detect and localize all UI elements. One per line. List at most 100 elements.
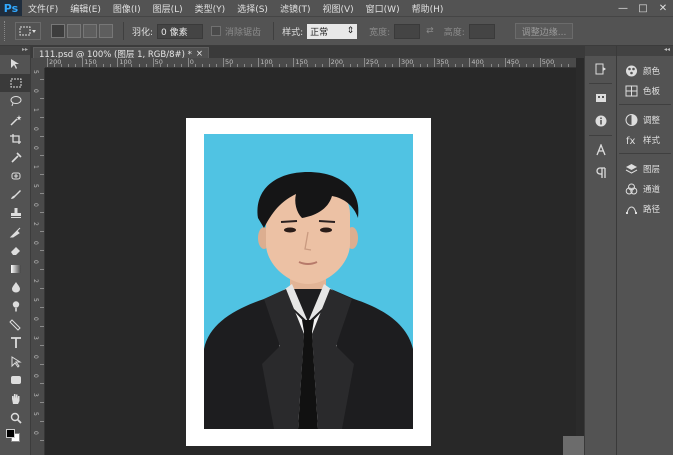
adjustments-panel-tab[interactable]: 调整 bbox=[617, 110, 673, 130]
ruler-h-tick bbox=[230, 64, 232, 67]
ruler-origin[interactable] bbox=[31, 58, 45, 68]
style-select[interactable]: 正常 ⇕ bbox=[307, 23, 358, 39]
height-input[interactable] bbox=[468, 23, 495, 39]
move-tool-icon[interactable] bbox=[0, 55, 31, 74]
menu-edit[interactable]: 编辑(E) bbox=[64, 2, 107, 15]
menu-help[interactable]: 帮助(H) bbox=[406, 2, 450, 15]
styles-panel-tab[interactable]: fx 样式 bbox=[617, 130, 673, 150]
zoom-tool-icon[interactable] bbox=[0, 408, 31, 427]
new-selection-icon[interactable] bbox=[51, 24, 65, 38]
menu-type[interactable]: 类型(Y) bbox=[189, 2, 232, 15]
history-brush-tool-icon[interactable] bbox=[0, 222, 31, 241]
menu-file[interactable]: 文件(F) bbox=[22, 2, 64, 15]
ruler-h-tick bbox=[96, 64, 98, 67]
menu-window[interactable]: 窗口(W) bbox=[360, 2, 406, 15]
ruler-v-label: 0 bbox=[32, 89, 39, 93]
ruler-v-tick bbox=[40, 326, 44, 327]
ruler-h-tick bbox=[244, 64, 246, 67]
layers-panel-tab[interactable]: 图层 bbox=[617, 159, 673, 179]
window-controls: — □ ✕ bbox=[613, 0, 673, 16]
width-input[interactable] bbox=[394, 23, 421, 39]
toolbar-collapse[interactable]: ▸▸ bbox=[0, 46, 30, 55]
magic-wand-tool-icon[interactable] bbox=[0, 111, 31, 130]
ruler-h-tick bbox=[342, 64, 344, 67]
eyedropper-tool-icon[interactable] bbox=[0, 148, 31, 167]
tool-preset-picker[interactable] bbox=[15, 22, 41, 40]
options-grip bbox=[4, 21, 7, 41]
document-tab-close-icon[interactable]: × bbox=[196, 49, 203, 59]
ruler-h-tick bbox=[314, 64, 316, 67]
eraser-tool-icon[interactable] bbox=[0, 241, 31, 260]
add-selection-icon[interactable] bbox=[67, 24, 81, 38]
ruler-v-label: 0 bbox=[32, 241, 39, 245]
separator bbox=[273, 22, 275, 40]
close-button[interactable]: ✕ bbox=[653, 0, 673, 16]
ruler-v-tick bbox=[40, 269, 44, 270]
swap-icon[interactable]: ⇄ bbox=[426, 26, 434, 36]
dock-wide-collapse[interactable]: ◂◂ bbox=[617, 46, 673, 56]
ruler-h-tick bbox=[131, 64, 133, 67]
feather-input[interactable] bbox=[157, 23, 204, 39]
healing-brush-tool-icon[interactable] bbox=[0, 167, 31, 186]
dock-collapse-bar[interactable] bbox=[585, 46, 616, 56]
horizontal-ruler[interactable]: 200 150 100 50 0 50 100 150 200 250 300 350 400 450 50… bbox=[45, 58, 576, 68]
ruler-h-tick bbox=[483, 64, 485, 67]
ruler-v-label: 5 bbox=[32, 70, 39, 74]
ruler-v-tick bbox=[40, 117, 44, 118]
ruler-v-tick bbox=[40, 250, 44, 251]
menu-select[interactable]: 选择(S) bbox=[231, 2, 274, 15]
ruler-h-label: 100 bbox=[119, 58, 132, 66]
vertical-ruler[interactable]: 5 0 1 0 0 1 5 0 2 0 0 2 5 0 3 0 0 3 5 0 bbox=[31, 68, 45, 455]
marquee-tool-icon[interactable] bbox=[0, 73, 31, 93]
dodge-tool-icon[interactable] bbox=[0, 297, 31, 316]
gradient-tool-icon[interactable] bbox=[0, 260, 31, 279]
crop-tool-icon[interactable] bbox=[0, 129, 31, 148]
ruler-v-label: 5 bbox=[32, 184, 39, 188]
minimize-button[interactable]: — bbox=[613, 0, 633, 16]
info-panel-icon[interactable] bbox=[585, 111, 616, 131]
ruler-h-tick bbox=[293, 58, 295, 67]
menu-image[interactable]: 图像(I) bbox=[107, 2, 147, 15]
menu-view[interactable]: 视图(V) bbox=[316, 2, 359, 15]
paragraph-panel-icon[interactable] bbox=[585, 163, 616, 183]
history-panel-icon[interactable] bbox=[585, 59, 616, 79]
rectangle-tool-icon[interactable] bbox=[0, 371, 31, 390]
refine-edge-button[interactable]: 调整边缘... bbox=[514, 23, 574, 39]
ruler-v-tick bbox=[40, 98, 44, 99]
style-label: 样式: bbox=[282, 27, 304, 38]
antialias-checkbox[interactable] bbox=[211, 26, 222, 36]
ruler-v-label: 0 bbox=[32, 203, 39, 207]
pen-tool-icon[interactable] bbox=[0, 315, 31, 334]
character-panel-icon[interactable] bbox=[585, 140, 616, 160]
ruler-h-tick bbox=[441, 64, 443, 67]
color-panel-tab[interactable]: 颜色 bbox=[617, 61, 673, 81]
ruler-h-tick bbox=[476, 64, 478, 67]
type-tool-icon[interactable] bbox=[0, 334, 31, 353]
color-panel-label: 颜色 bbox=[643, 67, 661, 77]
restore-button[interactable]: □ bbox=[633, 0, 653, 16]
path-selection-tool-icon[interactable] bbox=[0, 353, 31, 372]
intersect-selection-icon[interactable] bbox=[99, 24, 113, 38]
color-swatches[interactable] bbox=[0, 427, 31, 443]
ruler-v-label: 0 bbox=[32, 374, 39, 378]
hand-tool-icon[interactable] bbox=[0, 390, 31, 409]
foreground-color-swatch[interactable] bbox=[6, 428, 15, 438]
menu-filter[interactable]: 滤镜(T) bbox=[274, 2, 317, 15]
swatches-panel-tab[interactable]: 色板 bbox=[617, 81, 673, 101]
clone-stamp-tool-icon[interactable] bbox=[0, 204, 31, 223]
lasso-tool-icon[interactable] bbox=[0, 92, 31, 111]
swatches-icon bbox=[624, 85, 638, 97]
ruler-h-tick bbox=[61, 64, 63, 67]
ruler-h-tick bbox=[265, 64, 267, 67]
paths-panel-tab[interactable]: 路径 bbox=[617, 199, 673, 219]
ruler-h-tick bbox=[110, 64, 112, 67]
subtract-selection-icon[interactable] bbox=[83, 24, 97, 38]
channels-panel-tab[interactable]: 通道 bbox=[617, 179, 673, 199]
layers-panel-label: 图层 bbox=[643, 165, 661, 175]
menu-layer[interactable]: 图层(L) bbox=[147, 2, 189, 15]
ruler-h-tick bbox=[215, 64, 217, 67]
blur-tool-icon[interactable] bbox=[0, 278, 31, 297]
ruler-h-tick bbox=[413, 64, 415, 67]
brush-tool-icon[interactable] bbox=[0, 185, 31, 204]
properties-panel-icon[interactable] bbox=[585, 88, 616, 108]
